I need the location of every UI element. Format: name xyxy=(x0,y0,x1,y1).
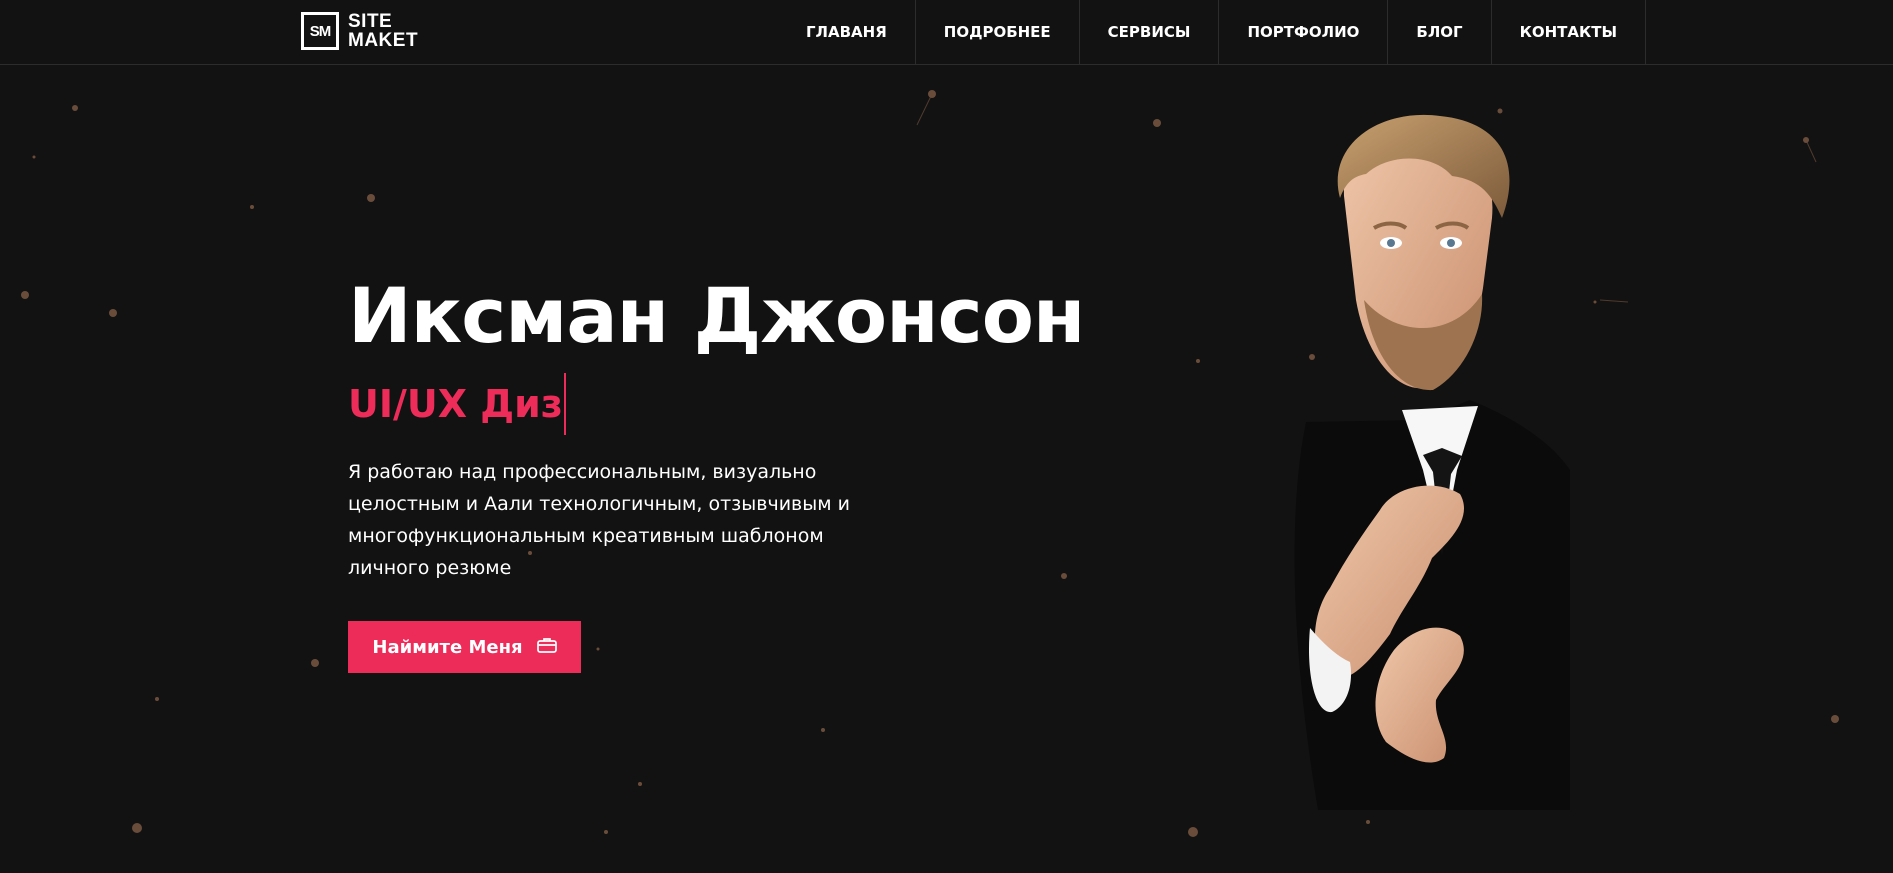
hire-me-label: Наймите Меня xyxy=(372,636,523,658)
hero-role-text: UI/UX Диз xyxy=(348,382,563,426)
nav-item-home[interactable]: ГЛАВАНЯ xyxy=(778,0,916,64)
nav-item-blog[interactable]: БЛОГ xyxy=(1388,0,1492,64)
briefcase-icon xyxy=(536,637,557,658)
site-logo[interactable]: SM SITE MAKET xyxy=(301,12,418,50)
hero-bio: Я работаю над профессиональным, визуальн… xyxy=(348,461,850,579)
nav-item-about[interactable]: ПОДРОБНЕЕ xyxy=(916,0,1080,64)
hero-role: UI/UX Диз xyxy=(348,372,1084,436)
typing-cursor xyxy=(563,373,566,435)
logo-mark: SM xyxy=(301,12,339,50)
site-header: SM SITE MAKET ГЛАВАНЯ ПОДРОБНЕЕ СЕРВИСЫ … xyxy=(0,0,1893,65)
nav-item-services[interactable]: СЕРВИСЫ xyxy=(1080,0,1220,64)
hero-page: SM SITE MAKET ГЛАВАНЯ ПОДРОБНЕЕ СЕРВИСЫ … xyxy=(0,0,1893,873)
logo-line-2: MAKET xyxy=(348,30,419,51)
hero-name: Иксман Джонсон xyxy=(348,271,1085,360)
logo-wordmark: SITE MAKET xyxy=(348,12,418,50)
hero-content: Иксман Джонсон UI/UX Диз Я работаю над п… xyxy=(348,270,1085,603)
portrait-image xyxy=(1294,114,1570,810)
nav-item-contacts[interactable]: КОНТАКТЫ xyxy=(1492,0,1647,64)
main-nav: ГЛАВАНЯ ПОДРОБНЕЕ СЕРВИСЫ ПОРТФОЛИО БЛОГ… xyxy=(778,0,1647,64)
nav-item-portfolio[interactable]: ПОРТФОЛИО xyxy=(1219,0,1389,64)
logo-line-1: SITE xyxy=(348,11,393,32)
hire-me-button[interactable]: Наймите Меня xyxy=(348,621,581,673)
